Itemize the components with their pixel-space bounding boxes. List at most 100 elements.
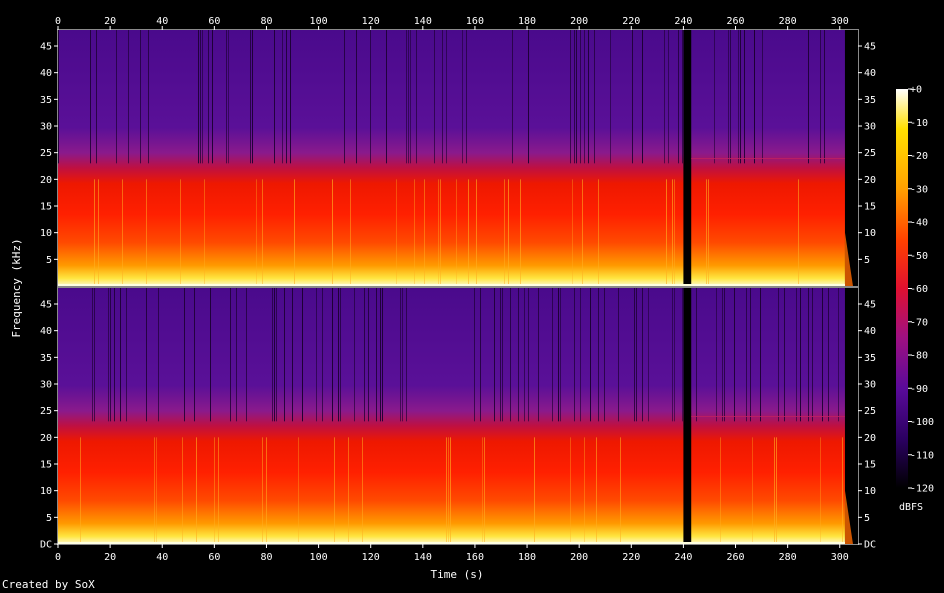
y-tick-label: 10 (40, 486, 52, 497)
tone-line (691, 416, 845, 417)
dark-texture-line (406, 288, 407, 422)
dark-texture-line (746, 288, 747, 422)
x-tick-label: 100 (310, 16, 328, 27)
dark-texture-line (274, 30, 275, 164)
dark-texture-line (678, 30, 679, 164)
dark-texture-line (674, 288, 675, 422)
dark-texture-line (552, 288, 553, 422)
dark-texture-line (332, 288, 333, 422)
y-tick-label: 45 (864, 300, 876, 311)
dark-texture-line (120, 288, 121, 422)
y-tick-label: 40 (40, 68, 52, 79)
dark-texture-line (518, 288, 519, 422)
dark-texture-line (778, 288, 779, 422)
x-tick-label: 120 (362, 16, 380, 27)
transient-line (438, 179, 439, 286)
dark-texture-line (364, 288, 365, 422)
dark-texture-line (442, 30, 443, 164)
dark-texture-line (370, 30, 371, 164)
transient-line (666, 179, 667, 286)
dark-texture-line (236, 288, 237, 422)
dark-texture-line (610, 30, 611, 164)
y-tick-label: 35 (40, 95, 52, 106)
channel-2-panel (57, 287, 859, 545)
transient-line (672, 179, 673, 286)
x-tick-label: 40 (156, 552, 168, 563)
y-tick-label: 5 (46, 255, 52, 266)
y-tick-label: 40 (864, 68, 876, 79)
transient-line (598, 179, 599, 286)
y-tick-label: 10 (40, 228, 52, 239)
colorbar-tick-label: -30 (910, 184, 928, 195)
dark-texture-line (560, 288, 561, 422)
y-tick-label: 20 (40, 175, 52, 186)
dark-texture-line (316, 288, 317, 422)
transient-line (440, 179, 441, 286)
y-tick-label: 40 (40, 326, 52, 337)
dark-texture-line (212, 30, 213, 164)
x-tick-label: 240 (674, 552, 692, 563)
dark-texture-line (400, 288, 401, 422)
y-tick-label: 45 (40, 42, 52, 53)
transient-line (572, 179, 573, 286)
dark-texture-line (580, 288, 581, 422)
dark-texture-line (800, 288, 801, 422)
transient-line (214, 437, 215, 544)
colorbar-tick-label: -50 (910, 251, 928, 262)
dark-texture-line (588, 30, 589, 164)
dark-texture-line (272, 288, 273, 422)
dark-texture-line (838, 288, 839, 422)
x-tick-label: 60 (208, 552, 220, 563)
dark-texture-line (94, 288, 95, 422)
dark-texture-line (538, 288, 539, 422)
transient-line (482, 437, 483, 544)
colorbar-tick-label: -90 (910, 384, 928, 395)
dark-texture-line (570, 30, 571, 164)
x-tick-label: 140 (414, 552, 432, 563)
x-tick-label: 160 (466, 16, 484, 27)
dark-texture-line (146, 288, 147, 422)
colorbar-tick-label: -10 (910, 118, 928, 129)
dark-texture-line (714, 30, 715, 164)
y-tick-label: 45 (40, 300, 52, 311)
colorbar-tick-label: -20 (910, 151, 928, 162)
y-tick-label: 10 (864, 228, 876, 239)
dark-texture-line (558, 288, 559, 422)
dark-texture-line (728, 30, 729, 164)
y-tick-label: 15 (40, 202, 52, 213)
dark-texture-line (282, 30, 283, 164)
transient-line (424, 179, 425, 286)
dark-texture-line (604, 288, 605, 422)
dark-texture-line (716, 288, 717, 422)
dark-texture-line (784, 288, 785, 422)
dark-texture-line (730, 30, 731, 164)
transient-line (94, 179, 95, 286)
dark-texture-line (574, 30, 575, 164)
transient-line (266, 437, 267, 544)
dark-texture-line (128, 30, 129, 164)
transient-line (570, 437, 571, 544)
transient-line (80, 437, 81, 544)
x-tick-label: 220 (622, 16, 640, 27)
x-tick-label: 180 (518, 16, 536, 27)
transient-line (334, 437, 335, 544)
colorbar: +0 -10 -20 -30 -40 -50 -60 -70 -80 -90 -100 -110 -12… (896, 85, 934, 495)
silence-gap (683, 30, 692, 286)
transient-line (534, 437, 535, 544)
spectrogram-panels (57, 29, 859, 545)
dark-texture-line (116, 30, 117, 164)
colorbar-ramp (896, 89, 908, 488)
dark-texture-line (198, 30, 199, 164)
dc-line (58, 284, 845, 286)
dark-texture-line (340, 288, 341, 422)
tone-line (691, 158, 845, 159)
dark-texture-line (682, 288, 683, 422)
dark-texture-line (664, 30, 665, 164)
transient-line (752, 437, 753, 544)
dark-texture-line (576, 30, 577, 164)
x-tick-label: 0 (55, 552, 61, 563)
y-tick-label: 5 (46, 513, 52, 524)
transient-line (582, 179, 583, 286)
transient-line (350, 179, 351, 286)
dark-texture-line (208, 30, 209, 164)
